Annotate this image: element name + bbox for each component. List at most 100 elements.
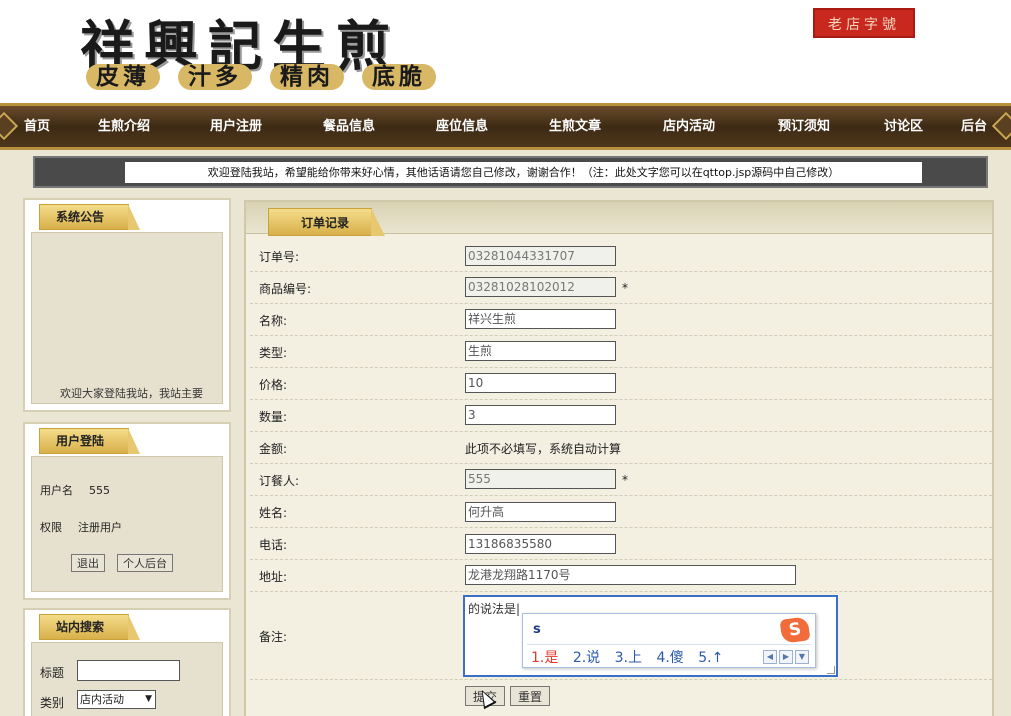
amount-label: 金额:	[259, 442, 288, 456]
product-no-field[interactable]: 03281028102012	[465, 277, 616, 297]
ime-divider	[527, 644, 811, 645]
search-content: 标题 类别 店内活动 ▼	[31, 642, 223, 716]
nav-admin[interactable]: 后台	[961, 106, 987, 147]
form-row-orderer: 订餐人: 555 *	[250, 464, 992, 496]
nav-home[interactable]: 首页	[24, 106, 50, 147]
price-field[interactable]: 10	[465, 373, 616, 393]
required-mark: *	[622, 473, 628, 487]
dropdown-arrow-icon: ▼	[145, 694, 152, 704]
nav-menu[interactable]: 餐品信息	[323, 106, 375, 147]
ime-next-icon[interactable]: ▶	[779, 650, 793, 664]
ime-candidate[interactable]: 3.上	[615, 650, 642, 666]
ime-prev-icon[interactable]: ◀	[763, 650, 777, 664]
required-mark: *	[622, 281, 628, 295]
nav-events[interactable]: 店内活动	[663, 106, 715, 147]
form-row-fullname: 姓名: 何升高	[250, 496, 992, 528]
search-title-input[interactable]	[77, 660, 180, 681]
form-row-product-no: 商品编号: 03281028102012 *	[250, 272, 992, 304]
quantity-field[interactable]: 3	[465, 405, 616, 425]
nav-seats[interactable]: 座位信息	[436, 106, 488, 147]
ime-candidate-window: s S 1.是 2.说 3.上 4.傻 5.↑ ◀ ▶ ▼	[522, 613, 816, 668]
personal-backend-button[interactable]: 个人后台	[117, 554, 173, 572]
orderer-label: 订餐人:	[259, 474, 300, 488]
nav-ornament-icon	[0, 111, 19, 141]
form-row-type: 类型: 生煎	[250, 336, 992, 368]
nav-articles[interactable]: 生煎文章	[549, 106, 601, 147]
ime-candidate[interactable]: 4.傻	[656, 650, 683, 666]
role-row: 权限 注册用户	[40, 519, 122, 535]
ime-candidate[interactable]: 2.说	[573, 650, 600, 666]
notice-panel-title: 系统公告	[39, 204, 140, 230]
phone-field[interactable]: 13186835580	[465, 534, 616, 554]
quantity-label: 数量:	[259, 410, 288, 424]
banner-slogan: 汁多	[178, 64, 252, 90]
ime-menu-icon[interactable]: ▼	[795, 650, 809, 664]
address-label: 地址:	[259, 570, 288, 584]
username-row: 用户名 555	[40, 482, 110, 498]
site-banner: 祥興記生煎 皮薄 汁多 精肉 底脆 老店字號	[0, 0, 1011, 103]
nav-forum[interactable]: 讨论区	[884, 106, 923, 147]
form-row-name: 名称: 祥兴生煎	[250, 304, 992, 336]
nav-register[interactable]: 用户注册	[210, 106, 262, 147]
notice-panel: 系统公告 欢迎大家登陆我站，我站主要	[23, 198, 231, 412]
search-panel-title: 站内搜索	[39, 614, 140, 640]
ime-candidates: 1.是 2.说 3.上 4.傻 5.↑	[531, 647, 733, 667]
role-value: 注册用户	[78, 521, 122, 534]
login-panel-title: 用户登陆	[39, 428, 140, 454]
remarks-text: 的说法是|	[468, 602, 521, 616]
nav-intro[interactable]: 生煎介绍	[98, 106, 150, 147]
type-label: 类型:	[259, 346, 288, 360]
search-category-label: 类别	[40, 696, 65, 710]
notice-scroll-text: 欢迎大家登陆我站，我站主要	[60, 387, 203, 400]
login-panel: 用户登陆 用户名 555 权限 注册用户 退出 个人后台	[23, 422, 231, 600]
welcome-marquee: 欢迎登陆我站，希望能给你带来好心情，其他话语请您自己修改，谢谢合作！（注：此处文…	[125, 162, 922, 183]
banner-seal-logo: 老店字號	[813, 8, 915, 38]
notice-content: 欢迎大家登陆我站，我站主要	[31, 232, 223, 404]
logout-button[interactable]: 退出	[71, 554, 105, 572]
phone-label: 电话:	[259, 538, 288, 552]
banner-slogan: 精肉	[270, 64, 344, 90]
search-panel: 站内搜索 标题 类别 店内活动 ▼	[23, 608, 231, 716]
search-category-value: 店内活动	[80, 693, 124, 706]
search-category-select[interactable]: 店内活动 ▼	[77, 690, 156, 709]
resize-grip-icon[interactable]	[827, 666, 835, 674]
name-field[interactable]: 祥兴生煎	[465, 309, 616, 329]
ime-candidate[interactable]: 5.↑	[698, 650, 723, 666]
fullname-field[interactable]: 何升高	[465, 502, 616, 522]
username-value: 555	[89, 484, 110, 497]
form-row-phone: 电话: 13186835580	[250, 528, 992, 560]
form-row-quantity: 数量: 3	[250, 400, 992, 432]
ime-candidate[interactable]: 1.是	[531, 650, 558, 666]
fullname-label: 姓名:	[259, 506, 288, 520]
order-record-tab: 订单记录	[268, 208, 385, 236]
orderer-field[interactable]: 555	[465, 469, 616, 489]
address-field[interactable]: 龙港龙翔路1170号	[465, 565, 796, 585]
form-row-price: 价格: 10	[250, 368, 992, 400]
main-nav: 首页 生煎介绍 用户注册 餐品信息 座位信息 生煎文章 店内活动 预订须知 讨论…	[0, 103, 1011, 150]
banner-slogan: 皮薄	[86, 64, 160, 90]
banner-slogan: 底脆	[362, 64, 436, 90]
order-record-panel: 订单记录 订单号: 03281044331707 商品编号: 032810281…	[244, 200, 994, 716]
reset-button[interactable]: 重置	[510, 686, 551, 706]
order-no-field[interactable]: 03281044331707	[465, 246, 616, 266]
amount-hint: 此项不必填写，系统自动计算	[465, 442, 622, 456]
username-label: 用户名	[40, 484, 73, 497]
product-no-label: 商品编号:	[259, 282, 312, 296]
order-no-label: 订单号:	[259, 250, 300, 264]
price-label: 价格:	[259, 378, 288, 392]
banner-slogans: 皮薄 汁多 精肉 底脆	[86, 64, 436, 90]
sogou-logo-icon: S	[779, 616, 811, 644]
nav-booking-notice[interactable]: 预订须知	[778, 106, 830, 147]
welcome-bar: 欢迎登陆我站，希望能给你带来好心情，其他话语请您自己修改，谢谢合作！（注：此处文…	[33, 156, 988, 188]
search-title-label: 标题	[40, 666, 65, 680]
type-field[interactable]: 生煎	[465, 341, 616, 361]
main-tab-strip: 订单记录	[246, 202, 992, 236]
ime-page-nav: ◀ ▶ ▼	[763, 650, 809, 664]
form-row-order-no: 订单号: 03281044331707	[250, 240, 992, 272]
nav-ornament-icon	[991, 111, 1011, 141]
role-label: 权限	[40, 521, 62, 534]
ime-composition: s	[533, 622, 541, 637]
form-row-address: 地址: 龙港龙翔路1170号	[250, 560, 992, 592]
login-content: 用户名 555 权限 注册用户 退出 个人后台	[31, 456, 223, 592]
remarks-label: 备注:	[259, 630, 288, 644]
